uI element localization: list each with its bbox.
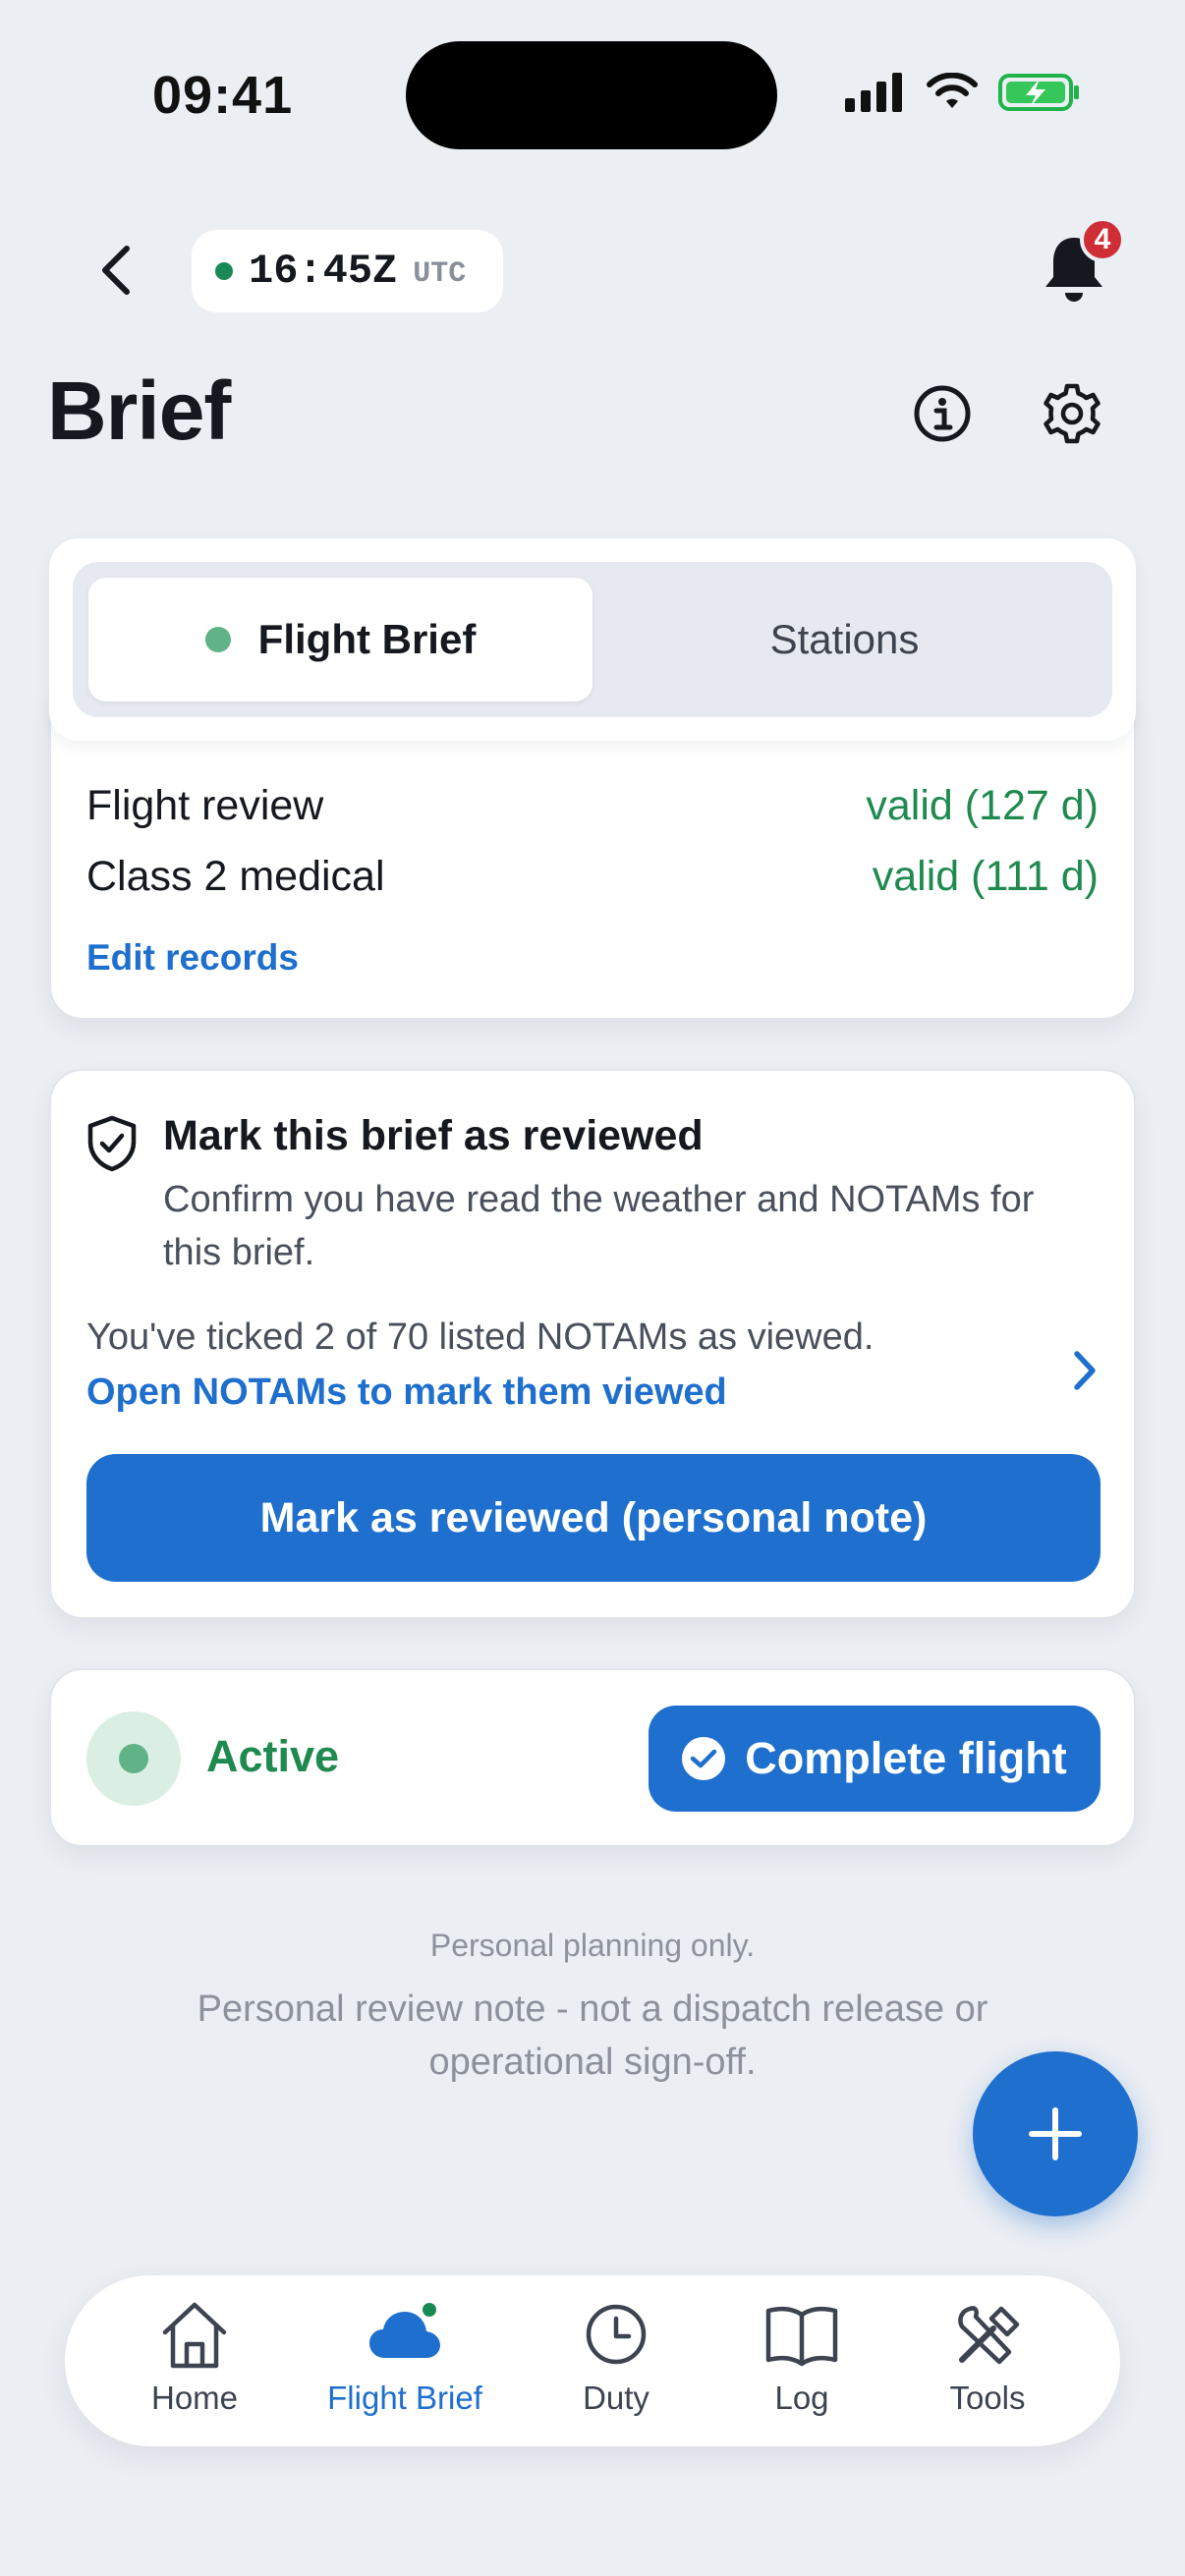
record-value: valid (111 d) bbox=[872, 853, 1099, 900]
chevron-left-icon bbox=[102, 246, 130, 295]
home-icon bbox=[162, 2302, 227, 2369]
notam-count-text: You've ticked 2 of 70 listed NOTAMs as v… bbox=[86, 1316, 875, 1358]
tools-icon bbox=[958, 2306, 1020, 2365]
active-status-dot bbox=[119, 1744, 148, 1773]
shield-check-icon bbox=[87, 1115, 137, 1172]
record-row-class-2-medical: Class 2 medical valid (111 d) bbox=[86, 853, 1099, 901]
record-label: Class 2 medical bbox=[86, 853, 385, 900]
review-description: Confirm you have read the weather and NO… bbox=[163, 1179, 1035, 1273]
complete-flight-label: Complete flight bbox=[745, 1733, 1067, 1783]
record-label: Flight review bbox=[86, 782, 324, 829]
info-button[interactable] bbox=[912, 383, 973, 444]
nav-label-home: Home bbox=[150, 2380, 239, 2416]
utc-time: 16:45Z bbox=[249, 248, 398, 295]
open-notams-link[interactable]: Open NOTAMs to mark them viewed bbox=[86, 1372, 727, 1414]
footer-disclaimer-note: Personal review note - not a dispatch re… bbox=[197, 1988, 988, 2083]
utc-status-dot bbox=[215, 262, 233, 280]
book-icon bbox=[765, 2306, 838, 2367]
active-status-indicator bbox=[86, 1711, 181, 1806]
utc-label: UTC bbox=[413, 257, 467, 291]
check-circle-icon bbox=[682, 1737, 726, 1780]
gear-icon bbox=[1044, 383, 1100, 444]
mark-reviewed-button[interactable]: Mark as reviewed (personal note) bbox=[86, 1454, 1100, 1582]
complete-flight-button[interactable]: Complete flight bbox=[649, 1706, 1100, 1812]
battery-charging-icon bbox=[998, 74, 1079, 111]
footer-disclaimer-small: Personal planning only. bbox=[429, 1928, 756, 1963]
nav-label-flight-brief: Flight Brief bbox=[327, 2380, 482, 2416]
plus-icon bbox=[1029, 2107, 1082, 2160]
nav-active-dot bbox=[419, 2299, 440, 2321]
record-value: valid (127 d) bbox=[866, 782, 1099, 829]
bottom-navigation: Home Flight Brief Duty Log Tools bbox=[65, 2275, 1120, 2446]
flight-status-card: Active Complete flight bbox=[49, 1668, 1136, 1847]
segmented-control: Flight Brief Stations bbox=[73, 562, 1112, 717]
add-fab-button[interactable] bbox=[973, 2051, 1138, 2216]
tab-stations-label: Stations bbox=[769, 616, 920, 662]
nav-item-duty[interactable]: Duty bbox=[518, 2297, 714, 2417]
active-tab-dot bbox=[204, 627, 231, 652]
nav-item-home[interactable]: Home bbox=[96, 2297, 293, 2417]
signal-icon bbox=[845, 73, 902, 112]
nav-item-log[interactable]: Log bbox=[704, 2297, 900, 2417]
notification-badge: 4 bbox=[1080, 217, 1125, 262]
nav-label-tools: Tools bbox=[949, 2380, 1026, 2416]
record-row-flight-review: Flight review valid (127 d) bbox=[86, 782, 1099, 830]
dynamic-island bbox=[406, 41, 777, 149]
info-icon bbox=[914, 385, 971, 442]
edit-records-link[interactable]: Edit records bbox=[86, 937, 299, 979]
back-button[interactable] bbox=[86, 236, 143, 305]
nav-label-log: Log bbox=[774, 2380, 829, 2416]
settings-button[interactable] bbox=[1040, 381, 1104, 446]
tab-flight-brief-label: Flight Brief bbox=[257, 616, 477, 662]
review-card: Mark this brief as reviewed Confirm you … bbox=[49, 1069, 1136, 1619]
tab-stations[interactable]: Stations bbox=[592, 578, 1097, 701]
nav-item-tools[interactable]: Tools bbox=[889, 2297, 1086, 2417]
chevron-right-icon[interactable] bbox=[1067, 1346, 1102, 1395]
utc-clock-pill[interactable]: 16:45Z UTC bbox=[192, 230, 504, 312]
nav-label-duty: Duty bbox=[583, 2380, 649, 2416]
page-title: Brief bbox=[47, 364, 231, 457]
segmented-control-card: Flight Brief Stations bbox=[49, 538, 1136, 741]
tab-flight-brief[interactable]: Flight Brief bbox=[88, 578, 592, 701]
status-time: 09:41 bbox=[152, 66, 294, 125]
active-status-label: Active bbox=[206, 1731, 340, 1781]
review-title: Mark this brief as reviewed bbox=[163, 1112, 704, 1159]
status-icons bbox=[845, 73, 1081, 112]
clock-icon bbox=[586, 2304, 647, 2365]
wifi-icon bbox=[927, 73, 978, 108]
nav-item-flight-brief[interactable]: Flight Brief bbox=[307, 2297, 503, 2417]
